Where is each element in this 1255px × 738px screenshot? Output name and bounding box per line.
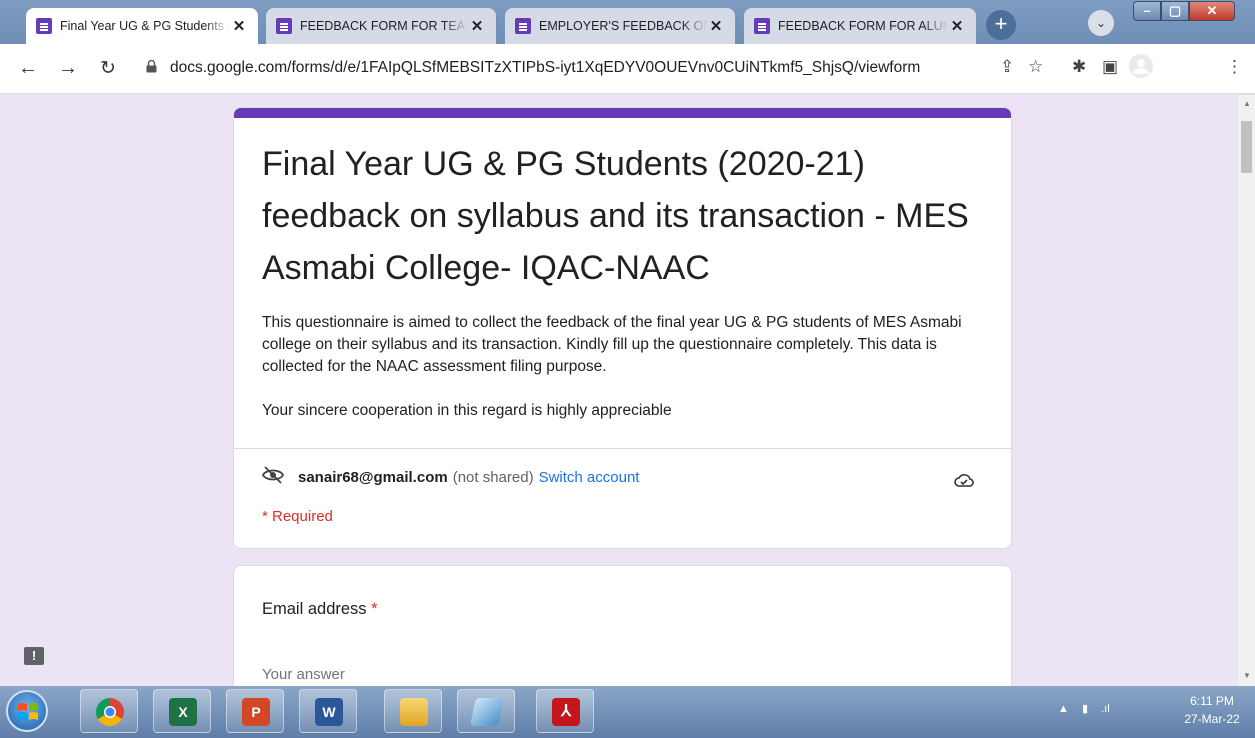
side-panel-icon[interactable]: ▣ bbox=[1102, 57, 1118, 77]
close-icon[interactable]: ✕ bbox=[707, 17, 725, 35]
google-forms-icon bbox=[36, 18, 52, 34]
app-icon bbox=[470, 698, 504, 726]
scrollbar-thumb[interactable] bbox=[1241, 121, 1252, 173]
question-card-email: Email address * Your answer bbox=[233, 565, 1012, 686]
powerpoint-icon: P bbox=[242, 698, 270, 726]
account-email: sanair68@gmail.com bbox=[298, 468, 448, 486]
required-asterisk: * bbox=[371, 600, 378, 618]
question-label: Email address bbox=[262, 600, 367, 618]
form-title: Final Year UG & PG Students (2020-21) fe… bbox=[262, 145, 969, 287]
profile-avatar[interactable] bbox=[1128, 53, 1154, 84]
tab-search-button[interactable]: ⌄ bbox=[1088, 10, 1114, 36]
close-icon[interactable]: ✕ bbox=[230, 17, 248, 35]
url-text: docs.google.com/forms/d/e/1FAIpQLSfMEBSI… bbox=[170, 59, 921, 76]
taskbar-explorer[interactable] bbox=[384, 689, 442, 733]
close-icon[interactable]: ✕ bbox=[468, 17, 486, 35]
page-viewport: Final Year UG & PG Students (2020-21) fe… bbox=[0, 95, 1238, 686]
vertical-scrollbar[interactable]: ▲ ▼ bbox=[1238, 95, 1255, 686]
back-icon[interactable]: ← bbox=[18, 57, 38, 80]
system-tray: ▲ ▮ .ıl bbox=[1058, 702, 1110, 715]
description-paragraph: This questionnaire is aimed to collect t… bbox=[262, 314, 962, 375]
acrobat-icon: ⅄ bbox=[552, 698, 580, 726]
share-icon[interactable]: ⇪ bbox=[1000, 57, 1014, 77]
taskbar-powerpoint[interactable]: P bbox=[226, 689, 284, 733]
taskbar-acrobat[interactable]: ⅄ bbox=[536, 689, 594, 733]
divider bbox=[234, 448, 1011, 449]
tab-separator bbox=[497, 16, 498, 36]
window-close-button[interactable]: ✕ bbox=[1189, 1, 1235, 21]
account-row: sanair68@gmail.com (not shared) Switch a… bbox=[261, 466, 640, 488]
tab-label: Final Year UG & PG Students (2020-21) fe… bbox=[60, 19, 230, 33]
windows-taskbar: X P W ⅄ ▲ ▮ .ıl 6:11 PM 27-Mar-22 bbox=[0, 686, 1255, 738]
windows-logo-icon bbox=[18, 703, 38, 720]
not-shared-label: (not shared) bbox=[452, 468, 534, 486]
tab-label: FEEDBACK FORM FOR ALUMNI bbox=[778, 19, 948, 33]
form-accent-bar bbox=[234, 108, 1011, 118]
taskbar-app[interactable] bbox=[457, 689, 515, 733]
question-title: Email address * bbox=[262, 600, 378, 619]
switch-account-link[interactable]: Switch account bbox=[539, 469, 640, 486]
required-note: * Required bbox=[262, 508, 333, 525]
not-shared-eye-icon bbox=[261, 466, 285, 488]
extensions-icon[interactable]: ✱ bbox=[1072, 57, 1086, 77]
start-button[interactable] bbox=[6, 690, 48, 732]
google-forms-icon bbox=[754, 18, 770, 34]
reload-icon[interactable]: ↻ bbox=[100, 57, 116, 80]
word-icon: W bbox=[315, 698, 343, 726]
taskbar-chrome[interactable] bbox=[80, 689, 138, 733]
scroll-up-arrow-icon[interactable]: ▲ bbox=[1243, 99, 1251, 108]
tab-feedback-alumni[interactable]: FEEDBACK FORM FOR ALUMNI ✕ bbox=[744, 8, 976, 44]
browser-toolbar: ← → ↻ docs.google.com/forms/d/e/1FAIpQLS… bbox=[0, 44, 1255, 94]
google-forms-icon bbox=[515, 18, 531, 34]
form-header-card: Final Year UG & PG Students (2020-21) fe… bbox=[233, 107, 1012, 549]
tab-feedback-teachers[interactable]: FEEDBACK FORM FOR TEACHERS ✕ bbox=[266, 8, 496, 44]
menu-kebab-icon[interactable]: ⋮ bbox=[1226, 57, 1243, 77]
new-tab-button[interactable]: + bbox=[986, 10, 1016, 40]
taskbar-word[interactable]: W bbox=[299, 689, 357, 733]
excel-icon: X bbox=[169, 698, 197, 726]
lock-icon bbox=[146, 59, 162, 76]
clock-time: 6:11 PM bbox=[1190, 694, 1234, 708]
address-bar[interactable]: docs.google.com/forms/d/e/1FAIpQLSfMEBSI… bbox=[146, 52, 1056, 84]
description-paragraph: Your sincere cooperation in this regard … bbox=[262, 402, 672, 419]
taskbar-excel[interactable]: X bbox=[153, 689, 211, 733]
bookmark-star-icon[interactable]: ☆ bbox=[1028, 57, 1043, 77]
chrome-icon bbox=[96, 698, 124, 726]
show-hidden-icons-icon[interactable]: ▲ bbox=[1058, 703, 1069, 715]
clock-date: 27-Mar-22 bbox=[1184, 712, 1240, 726]
tab-final-year-feedback[interactable]: Final Year UG & PG Students (2020-21) fe… bbox=[26, 8, 258, 44]
email-answer-input[interactable]: Your answer bbox=[262, 666, 345, 683]
form-description: This questionnaire is aimed to collect t… bbox=[262, 312, 982, 422]
maximize-button[interactable]: ▢ bbox=[1161, 1, 1189, 21]
report-feedback-icon[interactable]: ! bbox=[24, 647, 44, 665]
minimize-button[interactable]: – bbox=[1133, 1, 1161, 21]
network-signal-icon[interactable]: .ıl bbox=[1101, 703, 1110, 715]
power-icon[interactable]: ▮ bbox=[1082, 703, 1088, 715]
forward-icon[interactable]: → bbox=[58, 57, 78, 80]
tab-label: EMPLOYER'S FEEDBACK ON bbox=[539, 19, 707, 33]
close-icon[interactable]: ✕ bbox=[948, 17, 966, 35]
tab-label: FEEDBACK FORM FOR TEACHERS bbox=[300, 19, 468, 33]
google-forms-icon bbox=[276, 18, 292, 34]
tab-employer-feedback[interactable]: EMPLOYER'S FEEDBACK ON ✕ bbox=[505, 8, 735, 44]
tab-separator bbox=[737, 16, 738, 36]
cloud-saved-icon bbox=[954, 472, 974, 493]
taskbar-clock[interactable]: 6:11 PM 27-Mar-22 bbox=[1172, 692, 1252, 728]
browser-titlebar: Final Year UG & PG Students (2020-21) fe… bbox=[0, 0, 1255, 44]
explorer-icon bbox=[400, 698, 428, 726]
scroll-down-arrow-icon[interactable]: ▼ bbox=[1243, 671, 1251, 680]
